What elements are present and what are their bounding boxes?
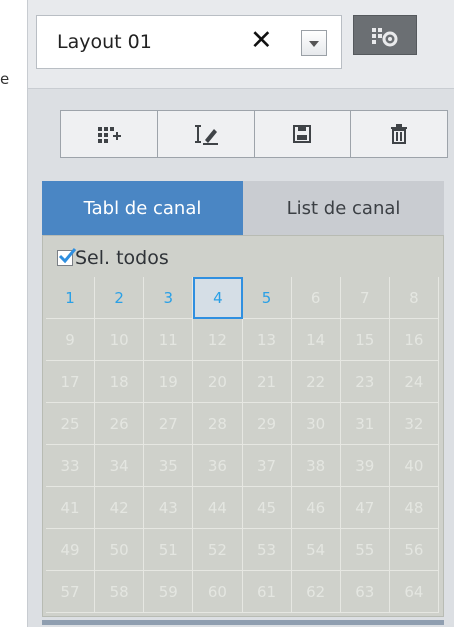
layout-name-field[interactable]: Layout 01 xyxy=(57,31,152,53)
channel-cell[interactable]: 62 xyxy=(291,571,341,613)
panel-bottom-border xyxy=(42,620,444,625)
channel-cell[interactable]: 3 xyxy=(144,277,194,319)
channel-cell[interactable]: 7 xyxy=(340,277,390,319)
channel-cell[interactable]: 53 xyxy=(242,529,292,571)
channel-cell[interactable]: 58 xyxy=(95,571,145,613)
channel-cell[interactable]: 56 xyxy=(389,529,439,571)
channel-cell[interactable]: 41 xyxy=(46,487,96,529)
channel-cell[interactable]: 29 xyxy=(242,403,292,445)
channel-cell[interactable]: 59 xyxy=(144,571,194,613)
channel-cell[interactable]: 4 xyxy=(193,277,243,319)
layout-name-box[interactable]: Layout 01 ✕ xyxy=(36,15,342,69)
channel-cell[interactable]: 12 xyxy=(193,319,243,361)
channel-cell[interactable]: 13 xyxy=(242,319,292,361)
channel-cell[interactable]: 16 xyxy=(389,319,439,361)
channel-cell[interactable]: 48 xyxy=(389,487,439,529)
channel-cell[interactable]: 2 xyxy=(95,277,145,319)
channel-cell[interactable]: 47 xyxy=(340,487,390,529)
channel-cell[interactable]: 50 xyxy=(95,529,145,571)
checkmark-icon xyxy=(58,248,77,264)
channel-cell[interactable]: 5 xyxy=(242,277,292,319)
channel-cell[interactable]: 1 xyxy=(46,277,96,319)
channel-cell[interactable]: 27 xyxy=(144,403,194,445)
channel-cell[interactable]: 63 xyxy=(340,571,390,613)
add-layout-icon xyxy=(97,127,121,143)
tab-channel-table[interactable]: Tabl de canal xyxy=(42,181,243,235)
channel-cell[interactable]: 34 xyxy=(95,445,145,487)
channel-cell[interactable]: 49 xyxy=(46,529,96,571)
channel-cell[interactable]: 25 xyxy=(46,403,96,445)
channel-cell[interactable]: 46 xyxy=(291,487,341,529)
channel-cell[interactable]: 21 xyxy=(242,361,292,403)
channel-cell[interactable]: 51 xyxy=(144,529,194,571)
channel-cell[interactable]: 6 xyxy=(291,277,341,319)
rename-icon xyxy=(194,125,218,145)
channel-cell[interactable]: 64 xyxy=(389,571,439,613)
channel-cell[interactable]: 54 xyxy=(291,529,341,571)
delete-icon xyxy=(391,124,408,144)
channel-cell[interactable]: 39 xyxy=(340,445,390,487)
save-icon xyxy=(293,125,312,143)
select-all-toggle[interactable]: Sel. todos xyxy=(57,245,169,271)
channel-cell[interactable]: 45 xyxy=(242,487,292,529)
delete-layout-button[interactable] xyxy=(351,111,447,157)
channel-cell[interactable]: 28 xyxy=(193,403,243,445)
channel-cell[interactable]: 23 xyxy=(340,361,390,403)
layout-settings-button[interactable] xyxy=(353,15,417,55)
channel-cell[interactable]: 19 xyxy=(144,361,194,403)
channel-cell[interactable]: 14 xyxy=(291,319,341,361)
channel-cell[interactable]: 42 xyxy=(95,487,145,529)
channel-cell[interactable]: 8 xyxy=(389,277,439,319)
channel-cell[interactable]: 11 xyxy=(144,319,194,361)
select-all-checkbox[interactable] xyxy=(57,248,77,266)
channel-cell[interactable]: 36 xyxy=(193,445,243,487)
clear-icon[interactable]: ✕ xyxy=(250,25,273,56)
channel-grid: 1 2 3 4 5 6 7 8 9 10 11 12 13 14 15 16 17 18 19 20 21 22 23 24 2… xyxy=(46,277,439,613)
channel-cell[interactable]: 44 xyxy=(193,487,243,529)
add-layout-button[interactable] xyxy=(61,111,158,157)
channel-cell[interactable]: 57 xyxy=(46,571,96,613)
channel-cell[interactable]: 55 xyxy=(340,529,390,571)
channel-cell[interactable]: 9 xyxy=(46,319,96,361)
edge-text-fragment: e xyxy=(0,70,10,88)
channel-cell[interactable]: 30 xyxy=(291,403,341,445)
tab-channel-list[interactable]: List de canal xyxy=(243,181,444,235)
channel-cell[interactable]: 52 xyxy=(193,529,243,571)
channel-cell[interactable]: 60 xyxy=(193,571,243,613)
layout-toolbar xyxy=(60,110,448,158)
channel-cell[interactable]: 31 xyxy=(340,403,390,445)
grid-settings-icon xyxy=(372,28,398,47)
layout-topbar: Layout 01 ✕ xyxy=(28,0,454,89)
channel-cell[interactable]: 40 xyxy=(389,445,439,487)
save-layout-button[interactable] xyxy=(255,111,352,157)
channel-cell[interactable]: 38 xyxy=(291,445,341,487)
select-all-label: Sel. todos xyxy=(75,247,169,269)
channel-cell[interactable]: 43 xyxy=(144,487,194,529)
channel-cell[interactable]: 33 xyxy=(46,445,96,487)
channel-tabs: Tabl de canal List de canal xyxy=(42,181,444,235)
channel-cell[interactable]: 32 xyxy=(389,403,439,445)
channel-cell[interactable]: 35 xyxy=(144,445,194,487)
channel-cell[interactable]: 10 xyxy=(95,319,145,361)
channel-cell[interactable]: 24 xyxy=(389,361,439,403)
channel-cell[interactable]: 18 xyxy=(95,361,145,403)
channel-cell[interactable]: 20 xyxy=(193,361,243,403)
channel-cell[interactable]: 17 xyxy=(46,361,96,403)
rename-button[interactable] xyxy=(158,111,255,157)
channel-cell[interactable]: 61 xyxy=(242,571,292,613)
layout-dropdown-button[interactable] xyxy=(301,30,327,56)
channel-cell[interactable]: 37 xyxy=(242,445,292,487)
channel-cell[interactable]: 26 xyxy=(95,403,145,445)
channel-grid-panel: Sel. todos 1 2 3 4 5 6 7 8 9 10 11 12 13 14 15 16 17 18 19… xyxy=(42,235,444,617)
channel-cell[interactable]: 15 xyxy=(340,319,390,361)
layout-panel: Layout 01 ✕ Tabl de canal List de canal … xyxy=(27,0,454,627)
channel-cell[interactable]: 22 xyxy=(291,361,341,403)
